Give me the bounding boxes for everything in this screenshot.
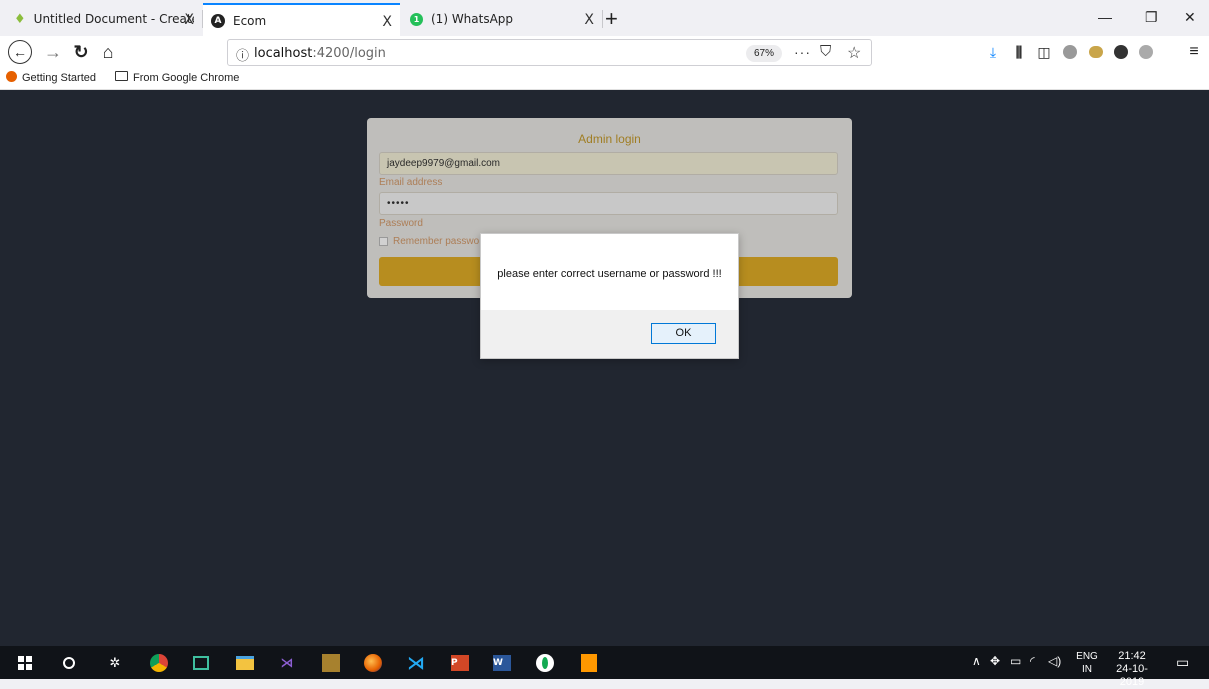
sublime-text-icon[interactable] <box>578 652 600 674</box>
angular-icon: A <box>211 13 225 28</box>
home-button[interactable]: ⌂ <box>97 41 119 63</box>
info-icon[interactable]: ⓘ <box>236 45 249 64</box>
mongodb-icon[interactable] <box>534 652 556 674</box>
close-tab-icon[interactable]: X <box>382 14 392 30</box>
arrow-left-icon: ← <box>13 44 27 60</box>
folder-icon <box>115 71 128 84</box>
alert-message: please enter correct username or passwor… <box>497 268 722 280</box>
pocket-icon[interactable]: ⛉ <box>820 43 831 60</box>
forward-button[interactable]: → <box>42 41 64 63</box>
battery-icon[interactable]: ▭ <box>1010 654 1021 668</box>
remember-label: Remember passwo <box>393 236 480 247</box>
page-actions-icon[interactable]: ··· <box>794 44 811 60</box>
settings-gear-icon[interactable]: ✲ <box>104 652 126 674</box>
password-field[interactable]: ••••• <box>379 192 838 215</box>
file-explorer-icon[interactable] <box>234 652 256 674</box>
checkbox-icon[interactable] <box>379 237 388 246</box>
tab-creately[interactable]: ♦ Untitled Document - Creately X <box>6 3 202 35</box>
tab-title: (1) WhatsApp <box>431 12 514 26</box>
language-indicator[interactable]: ENG IN <box>1071 650 1103 676</box>
chrome-icon[interactable] <box>148 652 170 674</box>
zoom-level-badge[interactable]: 67% <box>746 45 783 62</box>
vscode-icon[interactable]: ⋊ <box>405 652 427 674</box>
windows-start-icon[interactable] <box>14 652 36 674</box>
system-clock[interactable]: 21:42 24-10-2019 <box>1104 650 1160 689</box>
lang-code: ENG <box>1076 651 1098 662</box>
powerpoint-icon[interactable]: P <box>449 652 471 674</box>
word-icon[interactable]: W <box>491 652 513 674</box>
notifications-icon[interactable]: ▭ <box>1176 654 1189 671</box>
email-label: Email address <box>379 177 443 188</box>
arrow-right-icon: → <box>44 41 62 62</box>
back-button[interactable]: ← <box>8 40 32 64</box>
url-bar[interactable]: ⓘ localhost:4200/login 67% ··· ⛉ ☆ <box>227 39 872 66</box>
creately-icon: ♦ <box>14 11 26 27</box>
visual-studio-icon[interactable]: ⋊ <box>276 652 298 674</box>
region-code: IN <box>1082 664 1092 675</box>
search-icon[interactable] <box>58 652 80 674</box>
remember-checkbox[interactable]: Remember passwo <box>379 236 479 247</box>
terminal-app-icon[interactable] <box>190 652 212 674</box>
reload-icon: ↻ <box>73 41 89 62</box>
close-window-button[interactable]: ✕ <box>1184 9 1196 26</box>
adblock-icon[interactable] <box>1061 43 1079 61</box>
url-text[interactable]: localhost:4200/login <box>254 46 386 61</box>
tab-whatsapp[interactable]: 1 (1) WhatsApp X <box>402 3 602 35</box>
bookmark-label: Getting Started <box>22 72 96 84</box>
password-label: Password <box>379 218 423 229</box>
bookmark-getting-started[interactable]: Getting Started <box>6 71 96 85</box>
library-icon[interactable]: ⫼ <box>1010 43 1028 61</box>
reload-button[interactable]: ↻ <box>70 41 92 63</box>
tab-title: Ecom <box>233 13 267 28</box>
restore-button[interactable]: ❐ <box>1145 9 1158 26</box>
bookmark-label: From Google Chrome <box>133 71 240 84</box>
close-tab-icon[interactable]: X <box>584 12 594 28</box>
url-host: localhost <box>254 46 313 61</box>
bookmark-folder-chrome[interactable]: From Google Chrome <box>115 71 239 84</box>
tab-separator <box>602 10 603 28</box>
extension-icon[interactable] <box>1087 43 1105 61</box>
tab-separator <box>202 10 203 28</box>
close-tab-icon[interactable]: X <box>184 12 194 28</box>
clock-date: 24-10-2019 <box>1116 663 1148 688</box>
alert-dialog: please enter correct username or passwor… <box>480 233 739 359</box>
firefox-taskbar-icon[interactable] <box>362 652 384 674</box>
tab-title: Untitled Document - Creately <box>33 12 194 26</box>
account-icon[interactable] <box>1112 43 1130 61</box>
navigation-toolbar: ← → ↻ ⌂ ⓘ localhost:4200/login 67% ··· ⛉… <box>0 36 1209 68</box>
login-title: Admin login <box>578 132 641 146</box>
bookmark-star-icon[interactable]: ☆ <box>847 43 861 63</box>
wifi-icon[interactable]: ◜ <box>1030 654 1035 668</box>
extension-globe-icon[interactable] <box>1137 43 1155 61</box>
tab-ecom[interactable]: A Ecom X <box>203 3 400 36</box>
download-icon[interactable]: ⤓ <box>984 43 1002 61</box>
dropbox-icon[interactable]: ✥ <box>990 654 1000 668</box>
bookmarks-toolbar: Getting Started From Google Chrome <box>0 68 1209 90</box>
page-content: Admin login jaydeep9979@gmail.com Email … <box>0 90 1209 646</box>
whatsapp-icon: 1 <box>410 12 423 26</box>
tab-strip: ♦ Untitled Document - Creately X A Ecom … <box>0 0 1209 36</box>
minimize-button[interactable]: — <box>1098 9 1112 25</box>
email-field[interactable]: jaydeep9979@gmail.com <box>379 152 838 175</box>
clock-time: 21:42 <box>1118 650 1146 662</box>
home-icon: ⌂ <box>102 41 114 62</box>
show-hidden-icons-chevron-icon[interactable]: ∧ <box>972 654 981 668</box>
volume-icon[interactable]: ◁) <box>1048 654 1061 668</box>
minecraft-icon[interactable] <box>320 652 342 674</box>
menu-icon[interactable]: ≡ <box>1185 43 1203 61</box>
alert-footer: OK <box>481 310 738 358</box>
sidebar-icon[interactable]: ◫ <box>1035 43 1053 61</box>
windows-taskbar: ✲ ⋊ ⋊ P W ∧ ✥ ▭ ◜ ◁) ENG IN 21:42 24-10-… <box>0 646 1209 688</box>
url-path: :4200/login <box>312 46 386 61</box>
firefox-icon <box>6 71 17 85</box>
ok-button[interactable]: OK <box>651 323 716 344</box>
new-tab-button[interactable]: + <box>605 6 618 32</box>
